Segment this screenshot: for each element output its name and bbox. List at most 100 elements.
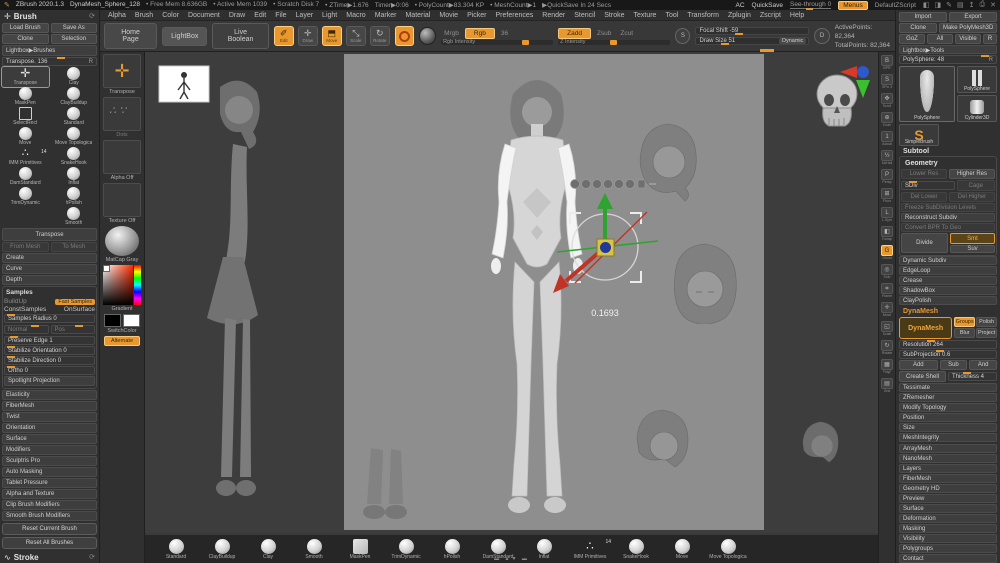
lightbox-brushes-button[interactable]: Lightbox▶Brushes	[2, 45, 97, 56]
resolution-slider[interactable]: Resolution 264	[899, 340, 997, 349]
menu-item[interactable]: Color	[162, 12, 179, 19]
tool-section-bar[interactable]: Surface	[899, 504, 997, 513]
palette-section[interactable]: Smooth Brush Modifiers	[2, 511, 97, 521]
color-picker[interactable]	[103, 265, 141, 305]
menu-item[interactable]: Transform	[687, 12, 719, 19]
convert-bpr-button[interactable]: Convert BPR To Geo	[901, 223, 995, 232]
mrgb-button[interactable]: Mrgb	[441, 29, 462, 38]
right-shelf-button[interactable]: ◧ Transp	[880, 226, 894, 243]
palette-section[interactable]: Depth	[2, 275, 97, 285]
print-icon[interactable]: ⎙	[980, 1, 986, 9]
dynamesh-header[interactable]: DynaMesh	[899, 306, 997, 316]
shelf-scroll-notch[interactable]	[760, 49, 774, 52]
right-shelf-button[interactable]: G Ghost	[880, 245, 894, 262]
suv-toggle[interactable]: Suv	[950, 245, 995, 253]
transpose-button[interactable]: Transpose	[2, 228, 97, 241]
clone-tool-button[interactable]: Clone	[899, 23, 938, 33]
normal-slider[interactable]: Normal	[4, 325, 49, 334]
menu-item[interactable]: Document	[188, 12, 220, 19]
palette-section[interactable]: Curve	[2, 264, 97, 274]
palette-section[interactable]: Elasticity	[2, 390, 97, 400]
current-material-icon[interactable]	[418, 27, 437, 45]
reconstruct-subdiv-button[interactable]: Reconstruct Subdiv	[901, 213, 995, 222]
draw-size-slider[interactable]: Draw Size 51 Dynamic	[695, 37, 810, 45]
rgb-button[interactable]: Rgb	[464, 27, 495, 39]
del-higher-button[interactable]: Del Higher	[949, 192, 995, 202]
material-selector[interactable]	[105, 226, 139, 256]
goz-button[interactable]: GoZ	[899, 34, 925, 44]
right-shelf-button[interactable]: ⌗ Frame	[880, 283, 894, 300]
zadd-button[interactable]: Zadd	[558, 27, 591, 39]
make-polymesh3d-button[interactable]: Make PolyMesh3D	[939, 23, 997, 33]
hue-strip[interactable]	[134, 265, 141, 305]
tray-brush-item[interactable]: MaskPen	[339, 538, 381, 560]
right-shelf-button[interactable]: ▤ Grid	[880, 378, 894, 395]
tool-section-bar[interactable]: Contact	[899, 554, 997, 563]
shelf-tool-button[interactable]: ⤡ Scale	[345, 26, 366, 46]
dynamesh-button[interactable]: DynaMesh	[899, 317, 953, 339]
del-lower-button[interactable]: Del Lower	[901, 192, 947, 202]
current-brush-icon[interactable]	[394, 26, 414, 46]
active-tool-transpose[interactable]: ✛	[103, 54, 141, 88]
groups-toggle[interactable]: Groups	[954, 317, 976, 327]
brush-grid-item[interactable]: MaskPen	[2, 87, 49, 107]
palette-section[interactable]: Surface	[2, 434, 97, 444]
zcut-button[interactable]: Zcut	[617, 29, 636, 38]
brush-grid-item[interactable]: TrimDynamic	[2, 187, 49, 207]
user-icon[interactable]: ↥	[969, 1, 975, 9]
menu-item[interactable]: Edit	[254, 12, 266, 19]
right-shelf-button[interactable]: ✛ Move	[880, 302, 894, 319]
tray-brush-item[interactable]: Clay	[247, 538, 289, 560]
menu-item[interactable]: Marker	[375, 12, 397, 19]
tray-brush-item[interactable]: Move Topologica	[707, 538, 749, 560]
brush-grid-item[interactable]: SelectRect	[2, 107, 49, 127]
tool-section-bar[interactable]: Tessimate	[899, 383, 997, 392]
menu-item[interactable]: Brush	[135, 12, 153, 19]
blur-toggle[interactable]: Blur	[954, 328, 976, 338]
draw-size-knob-icon[interactable]: D	[814, 28, 830, 44]
tool-selector-slider[interactable]: PolySphere: 48 R	[899, 55, 997, 64]
tray-brush-item[interactable]: Move	[661, 538, 703, 560]
tray-resize-handle[interactable]: ▬ ▲▼ ▬	[494, 556, 529, 562]
goz-visible-button[interactable]: Visible	[955, 34, 981, 44]
menu-item[interactable]: Preferences	[496, 12, 534, 19]
add-button[interactable]: Add	[899, 360, 938, 370]
menu-item[interactable]: Draw	[229, 12, 245, 19]
on-surface-button[interactable]: OnSurface	[64, 306, 95, 313]
home-page-button[interactable]: Home Page	[104, 23, 158, 49]
save-as-button[interactable]: Save As	[50, 23, 97, 33]
right-shelf-button[interactable]: L L.Sym	[880, 207, 894, 224]
goz-r-button[interactable]: R	[983, 34, 997, 44]
load-brush-button[interactable]: Load Brush	[2, 23, 49, 33]
sub-button[interactable]: Sub	[939, 360, 968, 370]
menu-item[interactable]: Zplugin	[728, 12, 751, 19]
focal-shift-knob-icon[interactable]: S	[675, 28, 691, 44]
close-icon[interactable]: ✕	[990, 1, 996, 9]
tool-section-bar[interactable]: Crease	[899, 276, 997, 285]
palette-section[interactable]: Create	[2, 253, 97, 263]
buildup-label[interactable]: BuildUp	[4, 298, 27, 305]
menu-item[interactable]: Stroke	[604, 12, 624, 19]
menu-item[interactable]: Material	[405, 12, 430, 19]
layout-icon[interactable]: ◨	[935, 1, 942, 9]
tool-thumb-polysphere[interactable]: PolySphere	[957, 66, 997, 93]
geometry-header[interactable]: Geometry	[901, 158, 995, 168]
divide-button[interactable]: Divide	[901, 233, 948, 253]
higher-res-button[interactable]: Higher Res	[949, 169, 995, 179]
right-shelf-button[interactable]: S SPix 3	[880, 74, 894, 91]
menu-item[interactable]: Macro	[346, 12, 365, 19]
live-boolean-button[interactable]: Live Boolean	[212, 23, 269, 49]
tool-section-bar[interactable]: Layers	[899, 464, 997, 473]
project-toggle[interactable]: Project	[976, 328, 998, 338]
tray-brush-item[interactable]: Standard	[155, 538, 197, 560]
menu-item[interactable]: File	[275, 12, 286, 19]
palette-section[interactable]: Twist	[2, 412, 97, 422]
fast-samples-button[interactable]: Fast Samples	[55, 298, 95, 305]
menus-button[interactable]: Menus	[838, 0, 868, 10]
z-intensity-slider[interactable]: Z Intensity	[558, 39, 671, 45]
brush-grid-item[interactable]: Transpose	[1, 66, 50, 88]
tray-brush-item[interactable]: IMM Primitives 14	[569, 539, 611, 560]
menu-item[interactable]: Layer	[296, 12, 314, 19]
palette-section[interactable]: Auto Masking	[2, 467, 97, 477]
polish-toggle[interactable]: Polish	[976, 317, 998, 327]
